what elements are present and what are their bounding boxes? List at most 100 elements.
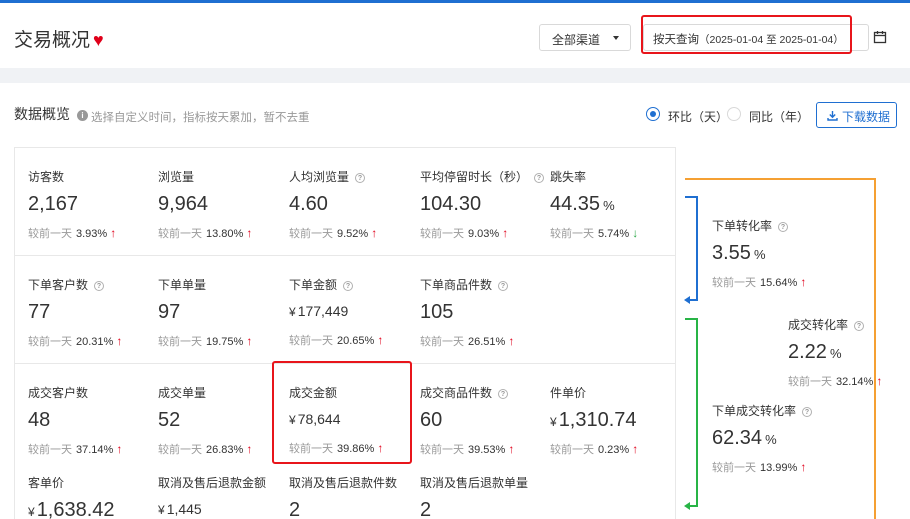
help-icon[interactable]: ? [355, 173, 366, 183]
currency-symbol: ¥ [289, 413, 296, 427]
metric-label-text: 平均停留时长（秒） [420, 170, 529, 184]
heart-icon[interactable]: ♥ [93, 30, 104, 50]
metric-label-text: 成交单量 [158, 386, 207, 400]
help-icon[interactable]: ? [778, 222, 789, 232]
radio-compare-day[interactable] [646, 107, 660, 121]
radio-compare-year[interactable] [727, 107, 741, 121]
compare-percent: 20.65% [337, 335, 375, 347]
metric-value: 77 [28, 301, 51, 323]
compare-percent: 5.74% [598, 228, 630, 240]
arrow-up-icon: ↑ [800, 275, 807, 289]
date-mode-label: 按天查询 [653, 34, 699, 46]
help-icon[interactable]: ? [854, 321, 865, 331]
info-icon: i [77, 110, 88, 121]
arrow-up-icon: ↑ [502, 226, 509, 240]
metric-label-text: 取消及售后退款单量 [420, 476, 529, 490]
help-icon[interactable]: ? [94, 281, 105, 291]
metric-value: 44.35 [550, 193, 601, 215]
metric-label-text: 访客数 [28, 170, 65, 184]
metric-compare: 较前一天 39.86% ↑ [289, 440, 417, 456]
metric-value-row: ¥177,449 [289, 303, 417, 323]
metric-label: 取消及售后退款件数 [289, 474, 417, 491]
page-title-text: 交易概况 [14, 30, 91, 51]
metric-compare: 较前一天 9.52% ↑ [289, 225, 417, 241]
compare-percent: 9.03% [468, 228, 500, 240]
section-hint: 选择自定义时间，指标按天累加，暂不去重 [91, 112, 310, 124]
radio-compare-year-label[interactable]: 同比（年） [749, 108, 809, 125]
metric-value: 52 [158, 409, 181, 431]
compare-percent: 26.83% [206, 444, 244, 456]
calendar-icon[interactable] [873, 30, 887, 44]
metric-card: 访客数 2,167 较前一天 3.93% ↑ [28, 168, 156, 241]
metric-value: 1,638.42 [36, 499, 115, 519]
metric-unit: % [829, 346, 842, 361]
radio-compare-day-label[interactable]: 环比（天） [668, 108, 728, 125]
compare-percent: 26.51% [468, 336, 506, 348]
download-button-label: 下载数据 [842, 110, 891, 124]
metric-card: 取消及售后退款件数 2 [289, 474, 417, 519]
metric-label: 平均停留时长（秒）? [420, 168, 548, 185]
metric-label-text: 下单成交转化率 [712, 404, 797, 418]
metric-value-row: 60 [420, 409, 548, 432]
metric-value-row: 2,167 [28, 193, 156, 216]
metric-label-text: 下单转化率 [712, 219, 773, 233]
metric-compare: 较前一天 39.53% ↑ [420, 441, 548, 457]
metric-label-text: 跳失率 [550, 170, 587, 184]
compare-prefix: 较前一天 [420, 444, 464, 456]
compare-prefix: 较前一天 [289, 443, 333, 455]
help-icon[interactable]: ? [343, 281, 354, 291]
metric-value-row: 44.35% [550, 193, 678, 216]
metric-label-text: 下单单量 [158, 278, 207, 292]
metric-value-row: 104.30 [420, 193, 548, 216]
metric-label: 成交金额 [289, 384, 417, 401]
compare-percent: 20.31% [76, 336, 114, 348]
help-icon[interactable]: ? [498, 389, 509, 399]
metric-label-text: 成交商品件数 [420, 386, 493, 400]
metric-value-row: 4.60 [289, 193, 417, 216]
help-icon[interactable]: ? [498, 281, 509, 291]
metric-value-row: 3.55% [712, 242, 840, 265]
metric-compare: 较前一天 37.14% ↑ [28, 441, 156, 457]
compare-prefix: 较前一天 [788, 376, 832, 388]
compare-prefix: 较前一天 [158, 228, 202, 240]
compare-prefix: 较前一天 [550, 444, 594, 456]
metric-value-row: 2 [289, 499, 417, 519]
arrow-up-icon: ↑ [116, 334, 123, 348]
metric-label-text: 成交金额 [289, 386, 338, 400]
currency-symbol: ¥ [550, 415, 557, 429]
metric-card: 跳失率 44.35% 较前一天 5.74% ↓ [550, 168, 678, 241]
metric-value-row: ¥1,445 [158, 501, 286, 519]
metric-label: 取消及售后退款单量 [420, 474, 548, 491]
date-range-picker[interactable]: 按天查询（2025-01-04 至 2025-01-04） [643, 24, 869, 51]
metric-label: 成交商品件数? [420, 384, 548, 401]
metric-value: 105 [420, 301, 454, 323]
row-divider [15, 363, 675, 364]
arrow-down-icon: ↓ [632, 226, 639, 240]
arrow-up-icon: ↑ [377, 441, 384, 455]
metric-label: 客单价 [28, 474, 156, 491]
metric-value: 1,445 [166, 501, 202, 517]
channel-select[interactable]: 全部渠道 [539, 24, 631, 51]
metric-compare: 较前一天 13.99% ↑ [712, 459, 840, 475]
compare-prefix: 较前一天 [289, 335, 333, 347]
compare-percent: 15.64% [760, 277, 798, 289]
compare-percent: 13.99% [760, 462, 798, 474]
compare-prefix: 较前一天 [712, 277, 756, 289]
metric-compare: 较前一天 9.03% ↑ [420, 225, 548, 241]
arrow-up-icon: ↑ [246, 334, 253, 348]
metric-value: 97 [158, 301, 181, 323]
compare-percent: 19.75% [206, 336, 244, 348]
metric-compare: 较前一天 20.65% ↑ [289, 332, 417, 348]
help-icon[interactable]: ? [802, 407, 813, 417]
metric-label-text: 人均浏览量 [289, 170, 350, 184]
download-button[interactable]: 下载数据 [816, 102, 897, 128]
date-range-text: （2025-01-04 至 2025-01-04） [699, 34, 844, 46]
compare-prefix: 较前一天 [28, 336, 72, 348]
metric-value-row: ¥1,638.42 [28, 499, 156, 519]
compare-percent: 37.14% [76, 444, 114, 456]
help-icon[interactable]: ? [534, 173, 545, 183]
currency-symbol: ¥ [28, 505, 35, 519]
compare-prefix: 较前一天 [712, 462, 756, 474]
conversion-card: 成交转化率? 2.22% 较前一天 32.14% ↑ [788, 316, 910, 389]
metric-value-row: 2.22% [788, 341, 910, 364]
